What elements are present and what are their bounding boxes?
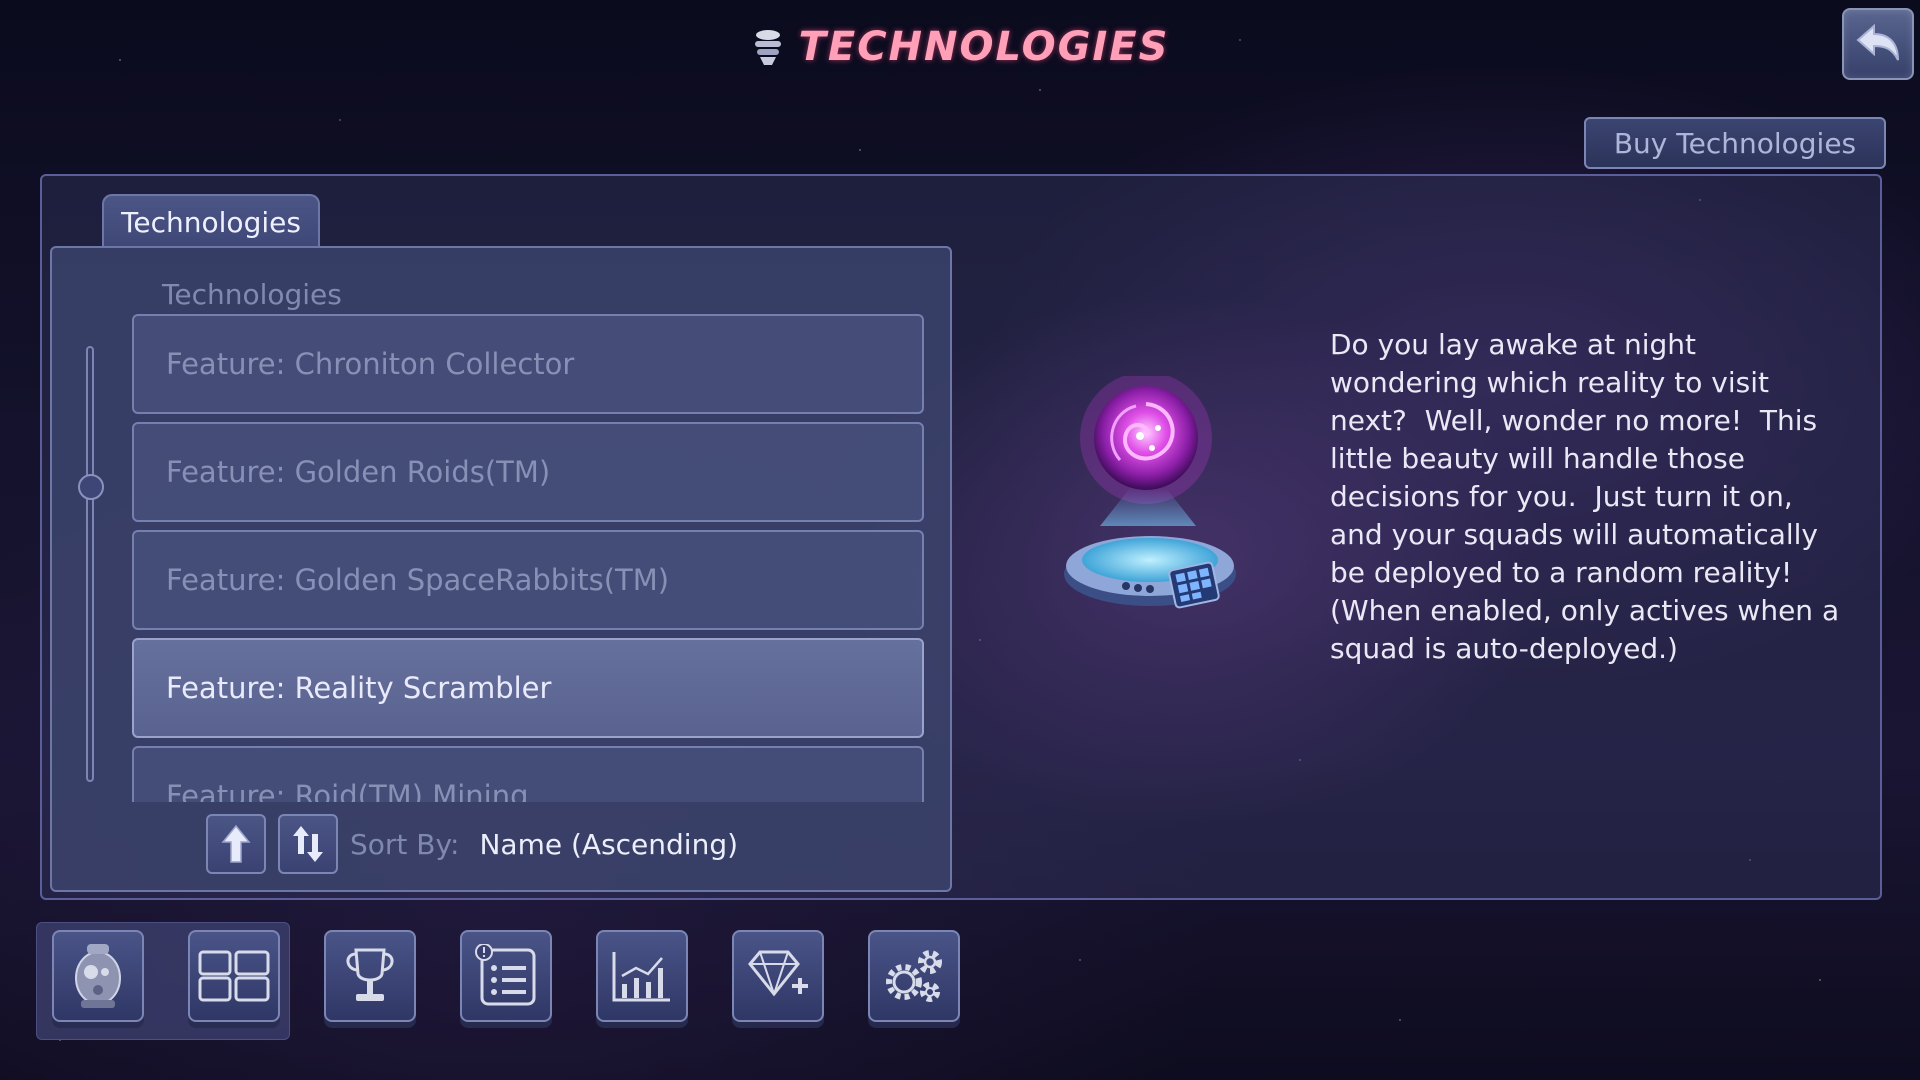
sort-label: Sort By: [350, 827, 460, 861]
settings-icon [886, 950, 942, 1002]
technology-list-panel: Technologies Feature: Chroniton Collecto… [50, 246, 952, 892]
technology-description: Do you lay awake at night wondering whic… [1330, 328, 1849, 665]
sort-value[interactable]: Name (Ascending) [479, 828, 738, 861]
title-text: TECHNOLOGIES [798, 24, 1170, 70]
list-icon [475, 944, 536, 1006]
nav-stats-button[interactable] [596, 930, 688, 1022]
technology-icon [754, 30, 781, 65]
back-arrow-icon [1856, 23, 1899, 61]
list-item-label: Feature: Reality Scrambler [166, 671, 552, 705]
list-item-label: Feature: Golden Roids(TM) [166, 455, 551, 489]
nav-settings-button[interactable] [868, 930, 960, 1022]
list-item-selected[interactable]: Feature: Reality Scrambler [132, 638, 924, 738]
stats-icon [612, 952, 670, 1002]
panels-icon [198, 950, 270, 1002]
nav-panels-button[interactable] [188, 930, 280, 1022]
trophy-icon [346, 948, 394, 1001]
list-item[interactable]: Feature: Chroniton Collector [132, 314, 924, 414]
list-item[interactable]: Feature: Roid(TM) Mining [132, 746, 924, 802]
sort-toggle-button[interactable] [278, 814, 338, 874]
nav-achievements-button[interactable] [324, 930, 416, 1022]
robot-icon [75, 944, 121, 1008]
back-button[interactable] [1842, 8, 1914, 80]
nav-missions-button[interactable] [460, 930, 552, 1022]
gem-plus-icon [748, 950, 808, 997]
tab-technologies[interactable]: Technologies [102, 194, 320, 248]
technology-list: Feature: Chroniton Collector Feature: Go… [132, 314, 924, 802]
arrow-up-icon [221, 824, 251, 863]
buy-technologies-button[interactable]: Buy Technologies [1584, 117, 1886, 169]
list-item-label: Feature: Chroniton Collector [166, 347, 575, 381]
sort-bar: Sort By: Name (Ascending) [206, 814, 738, 874]
portal-hologram-icon [1064, 376, 1236, 609]
nav-store-button[interactable] [732, 930, 824, 1022]
sort-arrows-icon [293, 826, 323, 862]
scrollbar-track[interactable] [86, 346, 94, 782]
list-item[interactable]: Feature: Golden SpaceRabbits(TM) [132, 530, 924, 630]
page-title: TECHNOLOGIES [0, 24, 1920, 70]
list-heading: Technologies [162, 278, 342, 311]
list-item[interactable]: Feature: Golden Roids(TM) [132, 422, 924, 522]
sort-ascending-button[interactable] [206, 814, 266, 874]
nav-robot-button[interactable] [52, 930, 144, 1022]
list-item-label: Feature: Golden SpaceRabbits(TM) [166, 563, 670, 597]
list-item-label: Feature: Roid(TM) Mining [166, 779, 529, 802]
scrollbar-thumb[interactable] [78, 474, 104, 500]
